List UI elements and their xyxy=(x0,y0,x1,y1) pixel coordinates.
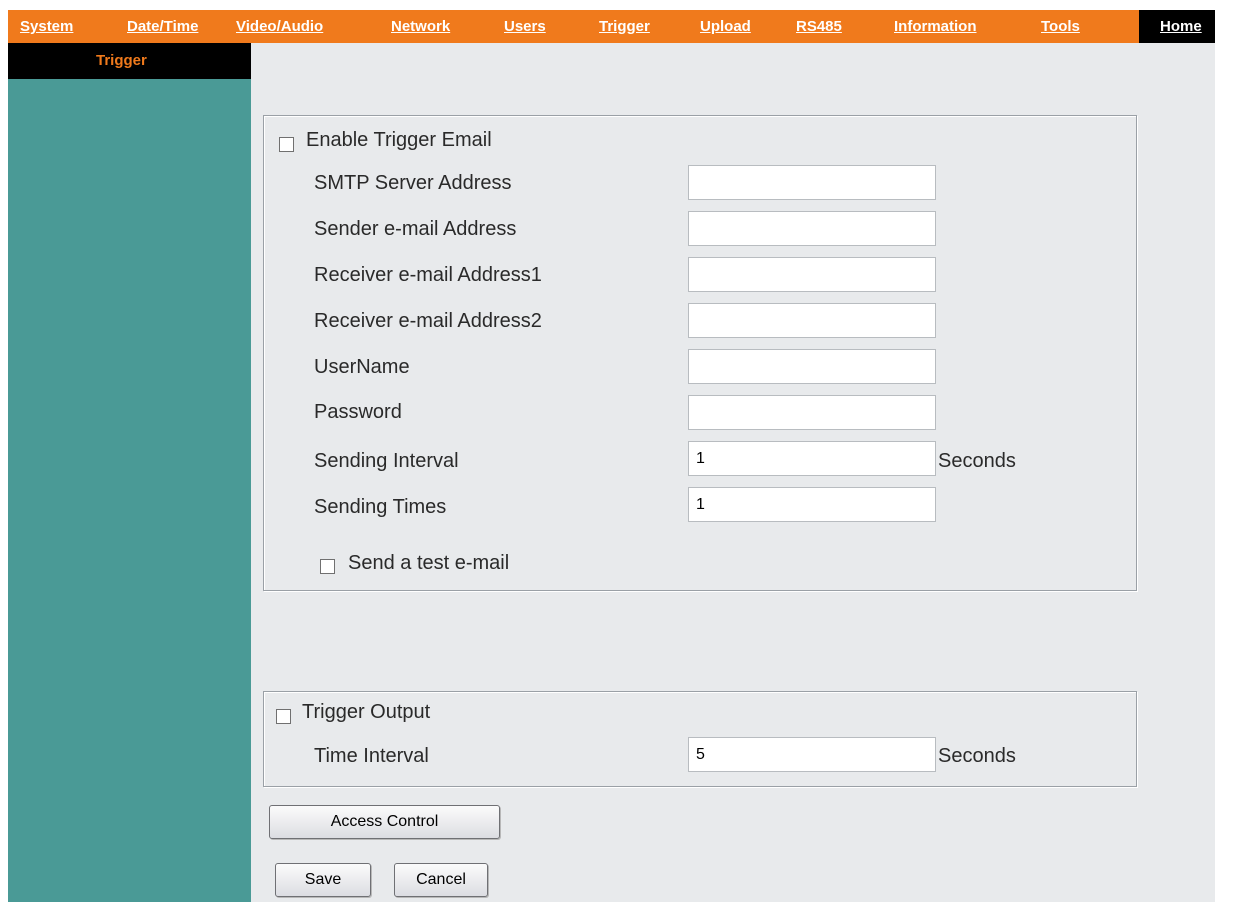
trigger-output-panel: Trigger Output Time Interval Seconds xyxy=(263,691,1137,787)
smtp-server-label: SMTP Server Address xyxy=(314,172,512,194)
cancel-button[interactable]: Cancel xyxy=(394,863,488,897)
nav-item-date-time[interactable]: Date/Time xyxy=(127,10,198,43)
trigger-output-checkbox[interactable] xyxy=(276,709,291,724)
nav-item-upload[interactable]: Upload xyxy=(700,10,751,43)
nav-item-trigger[interactable]: Trigger xyxy=(599,10,650,43)
send-test-email-checkbox[interactable] xyxy=(320,559,335,574)
sending-interval-input[interactable] xyxy=(688,441,936,476)
receiver-email1-label: Receiver e-mail Address1 xyxy=(314,264,542,286)
enable-trigger-email-label: Enable Trigger Email xyxy=(306,129,492,151)
time-interval-unit: Seconds xyxy=(938,745,1016,767)
password-label: Password xyxy=(314,401,402,423)
nav-item-rs485[interactable]: RS485 xyxy=(796,10,842,43)
password-input[interactable] xyxy=(688,395,936,430)
enable-trigger-email-checkbox[interactable] xyxy=(279,137,294,152)
save-button[interactable]: Save xyxy=(275,863,371,897)
sidebar: Trigger xyxy=(8,43,251,902)
receiver-email1-input[interactable] xyxy=(688,257,936,292)
nav-item-tools[interactable]: Tools xyxy=(1041,10,1080,43)
sending-times-input[interactable] xyxy=(688,487,936,522)
sender-email-label: Sender e-mail Address xyxy=(314,218,517,240)
sending-interval-label: Sending Interval xyxy=(314,450,459,472)
sending-interval-unit: Seconds xyxy=(938,450,1016,472)
username-input[interactable] xyxy=(688,349,936,384)
sidebar-item-trigger[interactable]: Trigger xyxy=(8,43,251,79)
nav-item-network[interactable]: Network xyxy=(391,10,450,43)
nav-item-video-audio[interactable]: Video/Audio xyxy=(236,10,323,43)
home-tab-label: Home xyxy=(1160,18,1202,35)
sending-times-label: Sending Times xyxy=(314,496,447,518)
receiver-email2-label: Receiver e-mail Address2 xyxy=(314,310,542,332)
access-control-button[interactable]: Access Control xyxy=(269,805,500,839)
time-interval-label: Time Interval xyxy=(314,745,429,767)
smtp-server-input[interactable] xyxy=(688,165,936,200)
time-interval-input[interactable] xyxy=(688,737,936,772)
sidebar-item-label: Trigger xyxy=(96,52,147,69)
send-test-email-label: Send a test e-mail xyxy=(348,552,510,574)
main-content: Enable Trigger Email SMTP Server Address… xyxy=(251,43,1215,902)
nav-item-system[interactable]: System xyxy=(20,10,73,43)
home-tab[interactable]: Home xyxy=(1139,10,1215,43)
top-nav-bar: System Date/Time Video/Audio Network Use… xyxy=(8,10,1215,43)
sender-email-input[interactable] xyxy=(688,211,936,246)
username-label: UserName xyxy=(314,356,410,378)
trigger-email-panel: Enable Trigger Email SMTP Server Address… xyxy=(263,115,1137,591)
receiver-email2-input[interactable] xyxy=(688,303,936,338)
trigger-output-label: Trigger Output xyxy=(302,701,431,723)
nav-item-users[interactable]: Users xyxy=(504,10,546,43)
nav-item-information[interactable]: Information xyxy=(894,10,977,43)
